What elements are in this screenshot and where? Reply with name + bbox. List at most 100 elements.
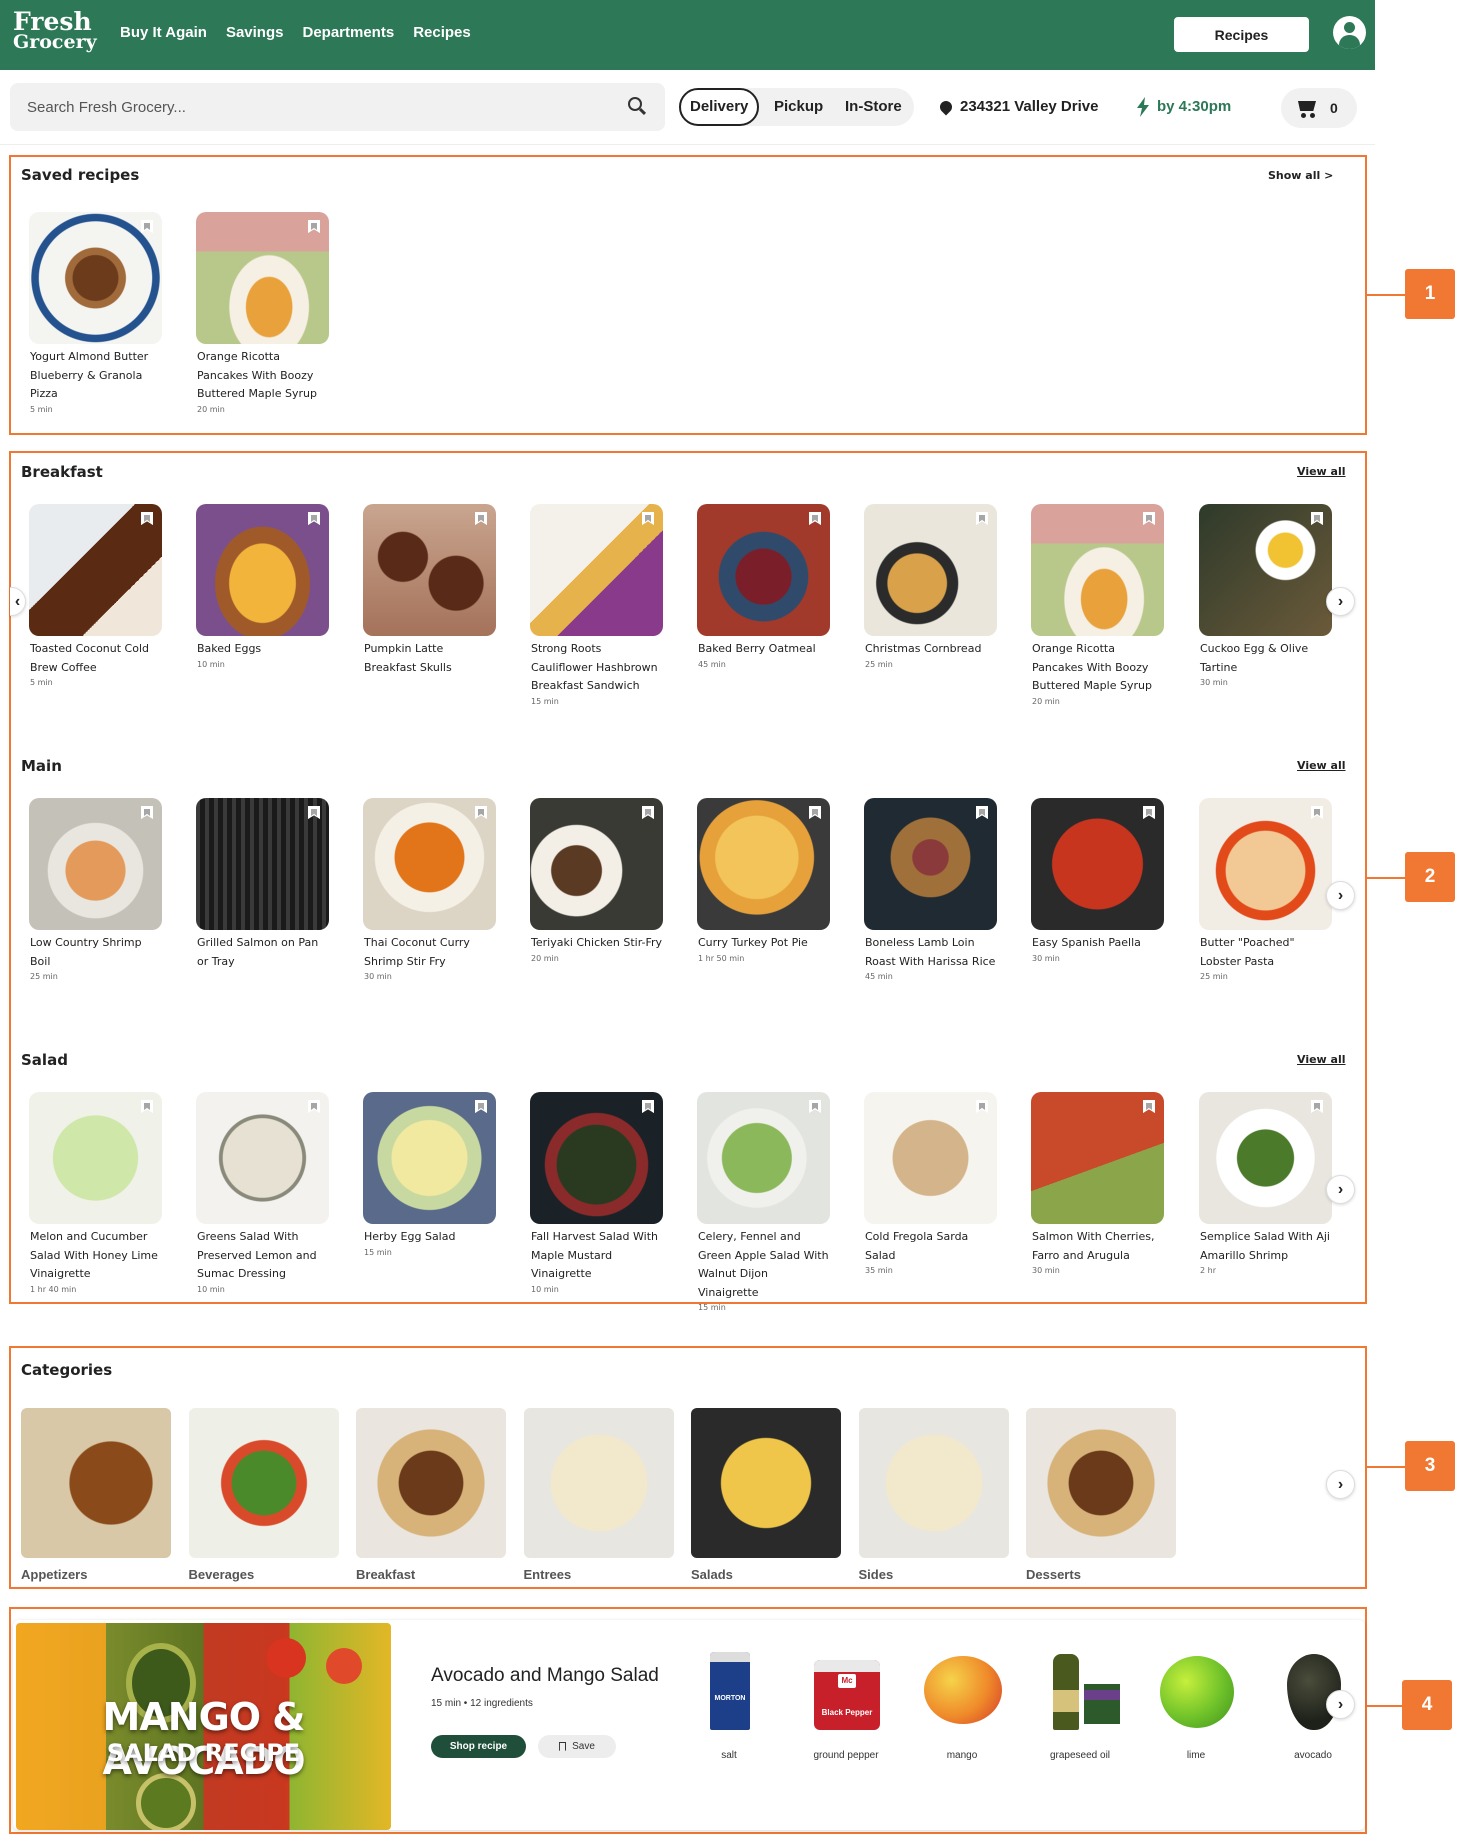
bookmark-icon[interactable] <box>1311 512 1323 525</box>
bookmark-icon[interactable] <box>308 512 320 525</box>
recipe-image <box>363 798 496 930</box>
fulfillment-mode-toggle: Delivery Pickup In-Store <box>679 88 914 126</box>
recipe-card[interactable]: Baked Eggs 10 min <box>196 504 330 669</box>
recipe-card[interactable]: Cold Fregola Sarda Salad 35 min <box>864 1092 998 1275</box>
category-breakfast[interactable]: Breakfast <box>356 1408 506 1582</box>
recipe-card[interactable]: Low Country Shrimp Boil 25 min <box>29 798 163 981</box>
recipe-card[interactable]: Toasted Coconut Cold Brew Coffee 5 min <box>29 504 163 687</box>
view-all-link[interactable]: View all <box>1297 759 1346 772</box>
bookmark-icon[interactable] <box>1311 1100 1323 1113</box>
recipe-card[interactable]: Grilled Salmon on Pan or Tray <box>196 798 330 972</box>
recipe-card[interactable]: Easy Spanish Paella 30 min <box>1031 798 1165 963</box>
bookmark-icon[interactable] <box>1143 806 1155 819</box>
carousel-next-arrow[interactable]: › <box>1326 1175 1355 1204</box>
top-nav-bar: Fresh Grocery Buy It Again Savings Depar… <box>0 0 1375 70</box>
delivery-address[interactable]: 234321 Valley Drive <box>937 98 1098 115</box>
recipe-card[interactable]: Butter "Poached" Lobster Pasta 25 min <box>1199 798 1333 981</box>
ingredients-next-arrow[interactable]: › <box>1326 1690 1355 1719</box>
search-icon[interactable] <box>628 97 648 117</box>
mode-delivery[interactable]: Delivery <box>679 88 760 126</box>
recipe-card[interactable]: Fall Harvest Salad With Maple Mustard Vi… <box>530 1092 664 1294</box>
bookmark-icon[interactable] <box>475 512 487 525</box>
bookmark-icon[interactable] <box>308 806 320 819</box>
search-input[interactable]: Search Fresh Grocery... <box>10 83 665 131</box>
view-all-link[interactable]: View all <box>1297 465 1346 478</box>
bookmark-icon[interactable] <box>642 512 654 525</box>
recipe-card[interactable]: Christmas Cornbread 25 min <box>864 504 998 669</box>
show-all-link[interactable]: Show all > <box>1268 169 1333 182</box>
recipe-card[interactable]: Strong Roots Cauliflower Hashbrown Break… <box>530 504 664 706</box>
ingredient-item[interactable]: MORTON salt <box>683 1650 775 1761</box>
carousel-next-arrow[interactable]: › <box>1326 881 1355 910</box>
bookmark-icon[interactable] <box>976 512 988 525</box>
recipe-card[interactable]: Baked Berry Oatmeal 45 min <box>697 504 831 669</box>
bookmark-icon[interactable] <box>141 806 153 819</box>
cart-button[interactable]: 0 <box>1281 88 1357 128</box>
categories-next-arrow[interactable]: › <box>1326 1470 1355 1499</box>
recipe-card[interactable]: Melon and Cucumber Salad With Honey Lime… <box>29 1092 163 1294</box>
nav-recipes[interactable]: Recipes <box>413 24 471 41</box>
nav-savings[interactable]: Savings <box>226 24 284 41</box>
annotation-connector-2 <box>1367 877 1405 879</box>
account-icon[interactable] <box>1333 16 1366 49</box>
ingredient-item[interactable]: lime <box>1150 1650 1242 1761</box>
mode-pickup[interactable]: Pickup <box>774 88 823 126</box>
bookmark-icon[interactable] <box>1311 806 1323 819</box>
view-all-link[interactable]: View all <box>1297 1053 1346 1066</box>
recipe-title: Cold Fregola Sarda Salad <box>865 1230 969 1262</box>
bookmark-icon[interactable] <box>1143 512 1155 525</box>
bookmark-icon[interactable] <box>642 1100 654 1113</box>
recipe-card[interactable]: Cuckoo Egg & Olive Tartine 30 min <box>1199 504 1333 687</box>
bookmark-icon[interactable] <box>809 1100 821 1113</box>
recipe-card[interactable]: Greens Salad With Preserved Lemon and Su… <box>196 1092 330 1294</box>
recipe-title: Cuckoo Egg & Olive Tartine <box>1200 642 1309 674</box>
ingredient-item[interactable]: mango <box>916 1650 1008 1761</box>
saved-recipe-card[interactable]: Yogurt Almond Butter Blueberry & Granola… <box>29 212 163 414</box>
bookmark-icon[interactable] <box>642 806 654 819</box>
fresh-grocery-logo[interactable]: Fresh Grocery <box>13 9 97 52</box>
recipe-card[interactable]: Herby Egg Salad 15 min <box>363 1092 497 1257</box>
bookmark-icon[interactable] <box>976 1100 988 1113</box>
ingredient-item[interactable]: grapeseed oil <box>1034 1650 1126 1761</box>
recipe-card[interactable]: Salmon With Cherries, Farro and Arugula 3… <box>1031 1092 1165 1275</box>
recipe-card[interactable]: Thai Coconut Curry Shrimp Stir Fry 30 min <box>363 798 497 981</box>
nav-departments[interactable]: Departments <box>302 24 394 41</box>
category-appetizers[interactable]: Appetizers <box>21 1408 171 1582</box>
bookmark-icon[interactable] <box>141 1100 153 1113</box>
bookmark-icon[interactable] <box>308 220 320 233</box>
category-desserts[interactable]: Desserts <box>1026 1408 1176 1582</box>
recipe-card[interactable]: Celery, Fennel and Green Apple Salad Wit… <box>697 1092 831 1312</box>
bookmark-icon[interactable] <box>475 1100 487 1113</box>
annotation-connector-4 <box>1367 1705 1405 1707</box>
bookmark-icon[interactable] <box>1143 1100 1155 1113</box>
recipe-card[interactable]: Orange Ricotta Pancakes With Boozy Butte… <box>1031 504 1165 706</box>
category-label: Breakfast <box>356 1567 416 1582</box>
recipe-card[interactable]: Pumpkin Latte Breakfast Skulls <box>363 504 497 678</box>
recipes-button[interactable]: Recipes <box>1174 17 1309 52</box>
recipe-time: 45 min <box>698 659 726 669</box>
category-entrees[interactable]: Entrees <box>523 1408 674 1582</box>
ingredient-item[interactable]: Mc Black Pepper ground pepper <box>800 1650 892 1761</box>
recipe-card[interactable]: Curry Turkey Pot Pie 1 hr 50 min <box>697 798 831 963</box>
save-recipe-button[interactable]: Save <box>538 1735 616 1758</box>
category-sides[interactable]: Sides <box>858 1408 1009 1582</box>
recipe-card[interactable]: Semplice Salad With Aji Amarillo Shrimp 2… <box>1199 1092 1333 1275</box>
recipe-card[interactable]: Teriyaki Chicken Stir-Fry 20 min <box>530 798 664 963</box>
bookmark-icon[interactable] <box>141 512 153 525</box>
nav-buy-it-again[interactable]: Buy It Again <box>120 24 207 41</box>
bookmark-icon[interactable] <box>308 1100 320 1113</box>
category-salads[interactable]: Salads <box>691 1408 841 1582</box>
carousel-next-arrow[interactable]: › <box>1326 587 1355 616</box>
bookmark-icon[interactable] <box>976 806 988 819</box>
bookmark-icon[interactable] <box>475 806 487 819</box>
bookmark-icon[interactable] <box>141 220 153 233</box>
category-beverages[interactable]: Beverages <box>188 1408 339 1582</box>
recipe-card[interactable]: Boneless Lamb Loin Roast With Harissa Ri… <box>864 798 998 981</box>
mode-in-store[interactable]: In-Store <box>845 88 902 126</box>
bookmark-icon[interactable] <box>809 512 821 525</box>
bookmark-icon[interactable] <box>809 806 821 819</box>
featured-recipe-image[interactable]: MANGO & AVOCADO SALAD RECIPE <box>16 1623 391 1830</box>
shop-recipe-button[interactable]: Shop recipe <box>431 1735 526 1758</box>
saved-recipe-card[interactable]: Orange Ricotta Pancakes With Boozy Butte… <box>196 212 330 414</box>
salt-image: MORTON <box>683 1650 775 1730</box>
